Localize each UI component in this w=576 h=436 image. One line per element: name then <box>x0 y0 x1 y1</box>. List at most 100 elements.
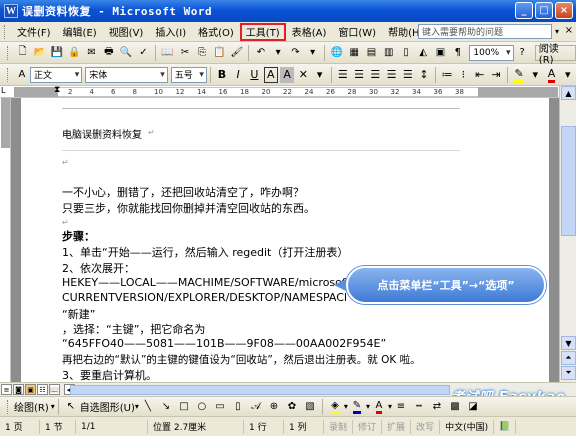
word-app-icon[interactable]: W <box>4 4 18 18</box>
doc-line-step3[interactable]: 3、要重启计算机。 <box>62 367 157 383</box>
bullets-icon[interactable]: ⁝ <box>456 67 470 83</box>
doc-line-new[interactable]: “新建” <box>62 306 95 322</box>
tables-borders-icon[interactable]: ▦ <box>347 45 362 61</box>
increase-indent-icon[interactable]: ⇥ <box>489 67 503 83</box>
maximize-button[interactable]: □ <box>535 2 553 19</box>
wordart-icon[interactable]: 𝒜 <box>248 399 264 415</box>
underline-button[interactable]: U <box>247 67 261 83</box>
undo-dropdown-icon[interactable]: ▾ <box>271 45 286 61</box>
doc-line-step2[interactable]: 2、依次展开： <box>62 260 135 276</box>
menu-format[interactable]: 格式(O) <box>192 23 240 41</box>
permission-icon[interactable]: 🔒 <box>67 45 82 61</box>
toolbar-grip[interactable] <box>7 67 10 82</box>
horizontal-scroll-thumb[interactable] <box>70 385 450 395</box>
insert-picture-icon[interactable]: ▧ <box>302 399 318 415</box>
menu-table[interactable]: 表格(A) <box>286 23 333 41</box>
select-objects-icon[interactable]: ↖ <box>63 399 79 415</box>
draw-font-color-icon[interactable]: A <box>371 399 387 415</box>
copy-icon[interactable]: ⎘ <box>195 45 210 61</box>
doc-line-key-name[interactable]: “645FFO40——5081——101B——9F08——00AA002F954… <box>62 337 386 350</box>
font-color-icon[interactable]: A <box>544 67 558 83</box>
format-painter-icon[interactable]: 🖌 <box>229 45 244 61</box>
tab-selector-icon[interactable]: L <box>1 86 5 95</box>
highlight-icon[interactable]: ✎ <box>512 67 526 83</box>
outline-view-icon[interactable]: ☷ <box>37 384 48 395</box>
doc-line-steps[interactable]: 步骤： <box>62 228 95 244</box>
diagram-icon[interactable]: ⊕ <box>266 399 282 415</box>
paste-icon[interactable]: 📋 <box>212 45 227 61</box>
drawing-icon[interactable]: ◭ <box>416 45 431 61</box>
open-icon[interactable]: 📂 <box>32 45 47 61</box>
close-button[interactable]: × <box>555 2 573 19</box>
char-border-button[interactable]: A <box>263 66 279 83</box>
save-icon[interactable]: 💾 <box>49 45 64 61</box>
vertical-scroll-thumb[interactable] <box>561 126 576 236</box>
autoshapes-dropdown-icon[interactable]: ▾ <box>135 402 139 411</box>
ask-question-input[interactable]: 键入需要帮助的问题 <box>418 24 552 39</box>
cut-icon[interactable]: ✂ <box>177 45 192 61</box>
vertical-scrollbar[interactable]: ▲ ▼ ⏶ ⏷ <box>559 86 576 382</box>
highlight-dropdown-icon[interactable]: ▾ <box>528 67 542 83</box>
indent-marker-icon[interactable]: ⧗ <box>54 85 60 95</box>
line-color-icon[interactable]: ✎ <box>349 399 365 415</box>
doc-line-step1[interactable]: 1、单击“开始——运行，然后输入 regedit（打开注册表） <box>62 244 348 260</box>
status-overtype[interactable]: 改写 <box>411 419 441 434</box>
help-icon[interactable]: ? <box>515 45 530 61</box>
char-scale-icon[interactable]: ✕ <box>296 67 310 83</box>
fill-color-icon[interactable]: ◈ <box>327 399 343 415</box>
ask-dropdown-icon[interactable]: ▾ <box>552 24 562 39</box>
insert-table-icon[interactable]: ▤ <box>364 45 379 61</box>
email-icon[interactable]: ✉ <box>84 45 99 61</box>
columns-icon[interactable]: ▯ <box>398 45 413 61</box>
spelling-status-icon[interactable]: 📗 <box>494 419 517 434</box>
reading-view-icon[interactable]: 📖 <box>49 384 60 395</box>
decrease-indent-icon[interactable]: ⇤ <box>473 67 487 83</box>
toolbar-grip[interactable] <box>7 399 10 414</box>
arrow-tool-icon[interactable]: ↘ <box>158 399 174 415</box>
styles-pane-icon[interactable]: A <box>15 67 29 83</box>
research-icon[interactable]: 📖 <box>160 45 175 61</box>
italic-button[interactable]: I <box>231 67 245 83</box>
shadow-style-icon[interactable]: ▩ <box>447 399 463 415</box>
document-close-icon[interactable]: × <box>565 25 573 36</box>
align-left-icon[interactable]: ☰ <box>336 67 350 83</box>
font-select[interactable]: 宋体 <box>85 66 168 83</box>
undo-icon[interactable]: ↶ <box>253 45 268 61</box>
menu-window[interactable]: 窗口(W) <box>332 23 382 41</box>
doc-line-choose-key[interactable]: ，选择：“主键”，把它命名为 <box>62 321 205 337</box>
hyperlink-icon[interactable]: 🌐 <box>329 45 344 61</box>
document-map-icon[interactable]: ▣ <box>433 45 448 61</box>
toolbar-grip[interactable] <box>4 24 7 39</box>
autoshapes-button[interactable]: 自选图形(U) <box>80 399 135 414</box>
vertical-ruler[interactable] <box>0 98 11 382</box>
vertical-textbox-icon[interactable]: ▯ <box>230 399 246 415</box>
draw-font-color-dropdown-icon[interactable]: ▾ <box>388 402 392 411</box>
spelling-icon[interactable]: ✓ <box>136 45 151 61</box>
font-color-dropdown-icon[interactable]: ▾ <box>561 67 575 83</box>
show-hide-icon[interactable]: ¶ <box>450 45 465 61</box>
menu-insert[interactable]: 插入(I) <box>149 23 192 41</box>
status-track[interactable]: 修订 <box>353 419 383 434</box>
numbering-icon[interactable]: ≔ <box>440 67 454 83</box>
print-view-icon[interactable]: ▣ <box>25 384 36 395</box>
clipart-icon[interactable]: ✿ <box>284 399 300 415</box>
print-preview-icon[interactable]: 🔍 <box>119 45 134 61</box>
justify-icon[interactable]: ☰ <box>384 67 398 83</box>
web-view-icon[interactable]: ◙ <box>13 384 24 395</box>
rectangle-tool-icon[interactable]: □ <box>176 399 192 415</box>
status-extend[interactable]: 扩展 <box>382 419 412 434</box>
doc-line-registry-path-2[interactable]: CURRENTVERSION/EXPLORER/DESKTOP/NAMESPAC… <box>62 291 346 304</box>
font-size-select[interactable]: 五号 <box>170 66 207 83</box>
zoom-select[interactable]: 100% <box>469 44 514 61</box>
menu-edit[interactable]: 编辑(E) <box>57 23 103 41</box>
line-style-icon[interactable]: ≡ <box>393 399 409 415</box>
draw-dropdown-icon[interactable]: ▾ <box>51 402 55 411</box>
minimize-button[interactable]: _ <box>515 2 533 19</box>
status-record[interactable]: 录制 <box>324 419 354 434</box>
doc-line-1[interactable]: 一不小心，删错了，还把回收站清空了，咋办啊？ <box>62 184 304 200</box>
new-document-icon[interactable]: 🗋 <box>15 45 30 61</box>
line-tool-icon[interactable]: ╲ <box>140 399 156 415</box>
dash-style-icon[interactable]: ┅ <box>411 399 427 415</box>
menu-tools[interactable]: 工具(T) <box>239 22 286 41</box>
menu-file[interactable]: 文件(F) <box>11 23 57 41</box>
